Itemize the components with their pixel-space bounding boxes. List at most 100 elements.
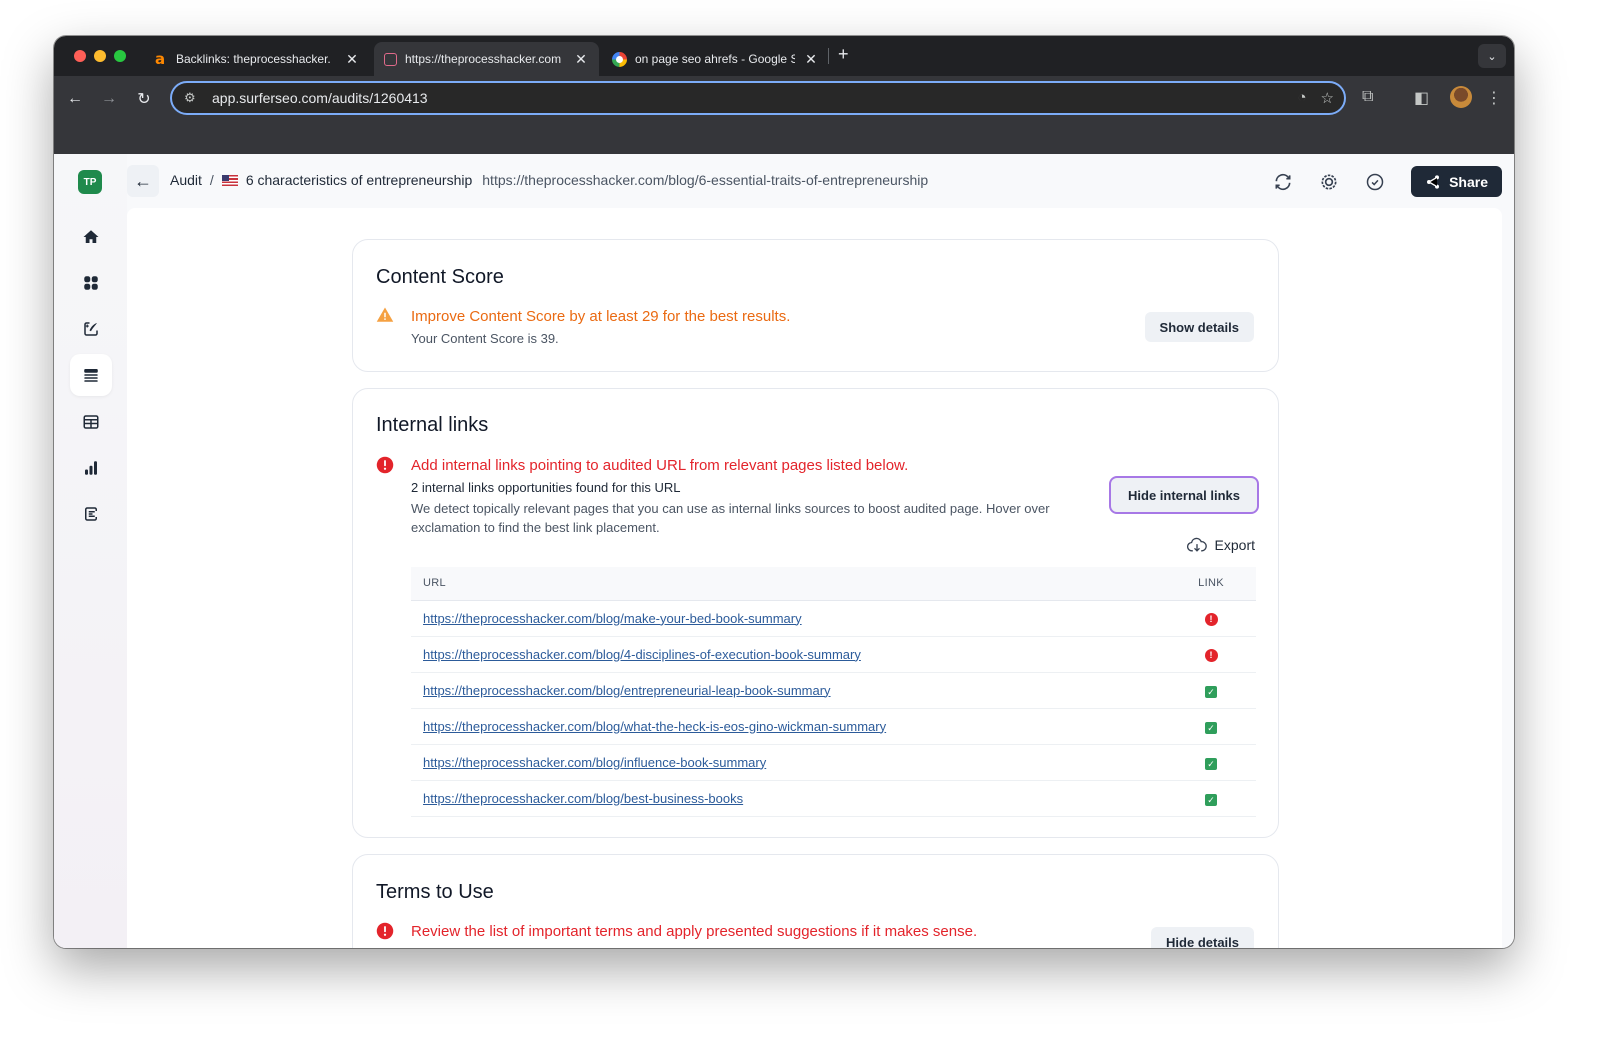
show-details-button[interactable]: Show details	[1144, 312, 1254, 342]
sidebar-item-outline[interactable]	[70, 493, 112, 535]
breadcrumb-separator: /	[209, 172, 214, 188]
grid-icon	[84, 276, 98, 290]
hide-internal-links-button[interactable]: Hide internal links	[1109, 476, 1259, 514]
back-button[interactable]: ←	[127, 165, 159, 197]
share-icon	[1427, 174, 1440, 189]
sidebar-item-content-editor[interactable]	[70, 308, 112, 350]
url-cell: https://theprocesshacker.com/blog/entrep…	[411, 672, 1166, 709]
browser-window: a Backlinks: theprocesshacker. ✕ https:/…	[54, 36, 1514, 948]
column-header-url: URL	[411, 567, 1166, 601]
new-tab-button[interactable]: +	[838, 44, 849, 65]
audit-header: ← Audit / 6 characteristics of entrepren…	[127, 154, 1514, 208]
tab-title: Backlinks: theprocesshacker.	[176, 52, 331, 66]
surfer-icon	[384, 52, 397, 66]
checkbox-checked-icon: ✓	[1205, 685, 1217, 698]
cloud-download-icon	[1186, 537, 1207, 552]
content-score-card: Content Score Improve Content Score by a…	[352, 239, 1279, 372]
home-icon	[83, 230, 99, 243]
arrow-left-icon: ←	[134, 170, 152, 191]
list-icon	[84, 369, 98, 382]
reload-icon[interactable]: ↻	[133, 88, 155, 110]
breadcrumb-audit[interactable]: Audit	[170, 172, 202, 188]
internal-link-url[interactable]: https://theprocesshacker.com/blog/4-disc…	[423, 647, 861, 662]
link-status-cell: ✓	[1166, 780, 1256, 817]
share-label: Share	[1449, 173, 1488, 190]
minimize-window-button[interactable]	[94, 50, 106, 62]
internal-links-card: Internal links Add internal links pointi…	[352, 388, 1279, 838]
table-row: https://theprocesshacker.com/blog/4-disc…	[411, 636, 1256, 673]
close-tab-icon[interactable]: ✕	[573, 51, 589, 68]
breadcrumb: Audit / 6 characteristics of entrepreneu…	[170, 172, 928, 188]
close-tab-icon[interactable]: ✕	[803, 51, 819, 68]
internal-link-url[interactable]: https://theprocesshacker.com/blog/influe…	[423, 755, 766, 770]
address-bar[interactable]: ⚙ app.surferseo.com/audits/1260413 ◔ ☆	[170, 81, 1346, 115]
close-window-button[interactable]	[74, 50, 86, 62]
link-status-cell: ✓	[1166, 708, 1256, 745]
bookmark-star-icon[interactable]: ☆	[1321, 89, 1334, 107]
tab-search-button[interactable]: ⌄	[1478, 44, 1506, 68]
profile-avatar[interactable]	[1450, 86, 1472, 108]
url-cell: https://theprocesshacker.com/blog/4-disc…	[411, 636, 1166, 673]
refresh-icon	[1275, 173, 1291, 190]
mark-done-button[interactable]	[1363, 170, 1387, 194]
extensions-icon[interactable]: ⧉	[1362, 88, 1373, 106]
sidebar-item-home[interactable]	[70, 216, 112, 258]
settings-button[interactable]	[1317, 170, 1341, 194]
export-button[interactable]: Export	[1186, 536, 1255, 554]
checkbox-checked-icon: ✓	[1205, 757, 1217, 770]
side-panel-icon[interactable]: ◧	[1414, 88, 1429, 108]
sidebar-item-audit[interactable]	[70, 354, 112, 396]
content-score-message: Improve Content Score by at least 29 for…	[411, 308, 791, 325]
us-flag-icon	[221, 174, 238, 186]
address-url[interactable]: app.surferseo.com/audits/1260413	[212, 90, 428, 106]
url-cell: https://theprocesshacker.com/blog/what-t…	[411, 708, 1166, 745]
link-status-cell: !	[1166, 600, 1256, 637]
url-cell: https://theprocesshacker.com/blog/influe…	[411, 744, 1166, 781]
checkbox-checked-icon: ✓	[1205, 793, 1217, 806]
exclamation-icon[interactable]: !	[1204, 649, 1218, 662]
error-icon	[376, 456, 394, 474]
tab-bar: a Backlinks: theprocesshacker. ✕ https:/…	[54, 36, 1514, 76]
internal-links-rows: https://theprocesshacker.com/blog/make-y…	[411, 600, 1256, 817]
url-cell: https://theprocesshacker.com/blog/make-y…	[411, 600, 1166, 637]
table-row: https://theprocesshacker.com/blog/make-y…	[411, 600, 1256, 637]
tab-surfer-audit[interactable]: https://theprocesshacker.com ✕	[374, 42, 599, 76]
checkbox-checked-icon: ✓	[1205, 721, 1217, 734]
table-row: https://theprocesshacker.com/blog/what-t…	[411, 708, 1256, 745]
exclamation-icon[interactable]: !	[1204, 613, 1218, 626]
internal-link-url[interactable]: https://theprocesshacker.com/blog/make-y…	[423, 611, 802, 626]
tab-backlinks[interactable]: a Backlinks: theprocesshacker. ✕	[142, 42, 370, 76]
internal-link-url[interactable]: https://theprocesshacker.com/blog/best-b…	[423, 791, 743, 806]
hide-details-button[interactable]: Hide details	[1151, 927, 1254, 948]
browser-menu-icon[interactable]: ⋮	[1486, 88, 1502, 108]
close-tab-icon[interactable]: ✕	[344, 51, 360, 68]
audit-title: 6 characteristics of entrepreneurship	[245, 172, 473, 188]
site-info-icon[interactable]: ⚙	[184, 90, 206, 106]
back-icon[interactable]: ←	[64, 88, 86, 110]
table-row: https://theprocesshacker.com/blog/best-b…	[411, 780, 1256, 817]
share-button[interactable]: Share	[1411, 166, 1502, 197]
link-status-cell: ✓	[1166, 744, 1256, 781]
export-label: Export	[1214, 537, 1255, 553]
performance-icon[interactable]: ◔	[1297, 89, 1306, 107]
tab-google-search[interactable]: on page seo ahrefs - Google S ✕	[602, 42, 829, 76]
internal-link-url[interactable]: https://theprocesshacker.com/blog/entrep…	[423, 683, 831, 698]
table-row: https://theprocesshacker.com/blog/influe…	[411, 744, 1256, 781]
ai-pen-icon	[84, 322, 98, 336]
internal-link-url[interactable]: https://theprocesshacker.com/blog/what-t…	[423, 719, 886, 734]
card-title: Internal links	[376, 414, 489, 436]
sidebar-item-keyword-research[interactable]	[70, 401, 112, 443]
sidebar-item-grow[interactable]	[70, 447, 112, 489]
ahrefs-icon: a	[154, 50, 166, 68]
workspace-badge[interactable]: TP	[78, 170, 102, 194]
internal-links-message: Add internal links pointing to audited U…	[411, 457, 909, 474]
forward-icon[interactable]: →	[98, 88, 120, 110]
bar-chart-icon	[85, 461, 97, 475]
url-cell: https://theprocesshacker.com/blog/best-b…	[411, 780, 1166, 817]
sidebar-item-dashboard[interactable]	[70, 262, 112, 304]
maximize-window-button[interactable]	[114, 50, 126, 62]
refresh-button[interactable]	[1271, 170, 1295, 194]
gear-icon	[1321, 174, 1337, 189]
link-status-cell: ✓	[1166, 672, 1256, 709]
audit-url[interactable]: https://theprocesshacker.com/blog/6-esse…	[482, 172, 928, 188]
